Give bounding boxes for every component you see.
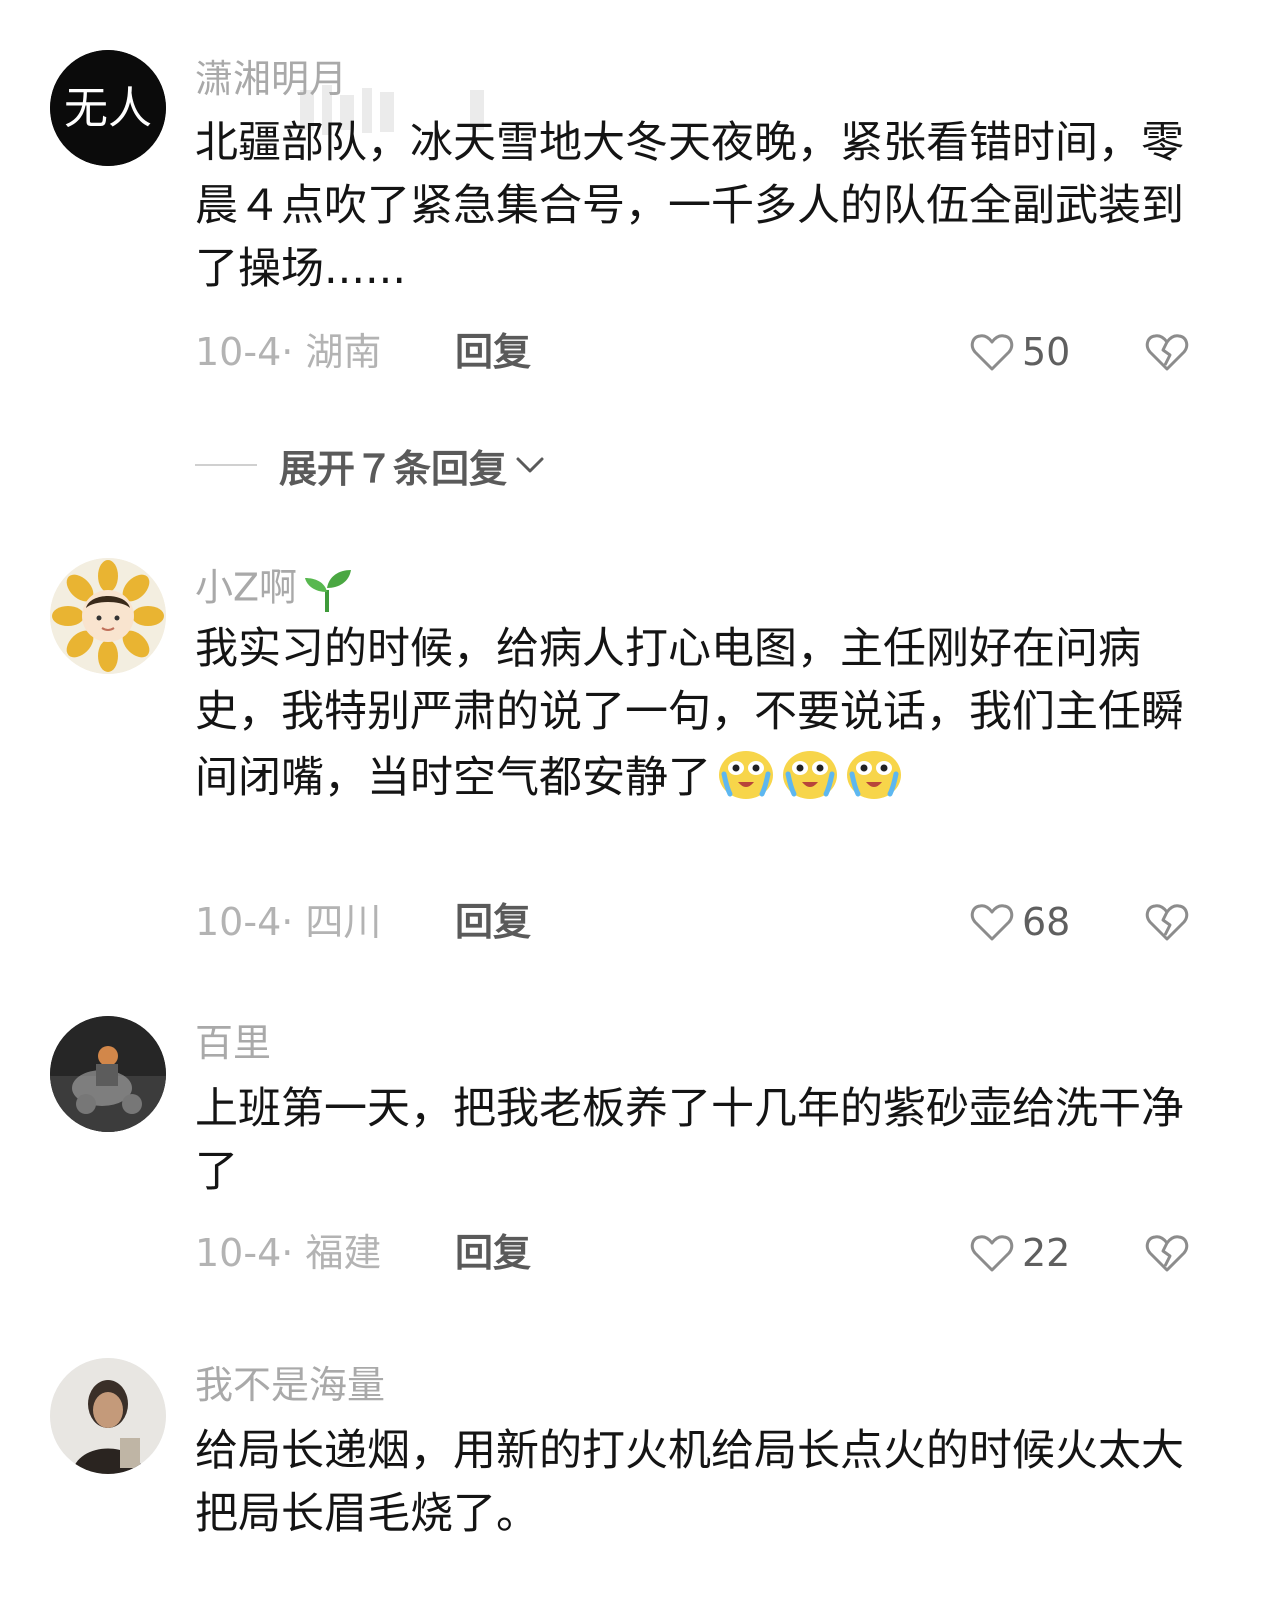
broken-heart-icon [1145, 904, 1189, 941]
dislike-button[interactable] [1145, 332, 1189, 376]
expand-replies-label: 展开７条回复 [279, 446, 508, 491]
avatar[interactable] [50, 1358, 166, 1474]
date-location: 10-4· 福建 [195, 1231, 382, 1275]
laugh-cry-icon [847, 751, 901, 799]
laugh-cry-icon [783, 751, 837, 799]
comment-text: 我实习的时候，给病人打心电图，主任刚好在问病史，我特别严肃的说了一句，不要说话，… [195, 618, 1185, 810]
chevron-down-icon [516, 457, 544, 473]
avatar[interactable] [50, 558, 166, 674]
username-text: 小Z啊 [195, 565, 298, 610]
username[interactable]: 我不是海量 [195, 1366, 385, 1404]
like-button[interactable]: 22 [970, 1228, 1070, 1278]
comment-meta: 10-4· 湖南 回复 50 [195, 327, 1215, 377]
comment-meta: 10-4· 四川 回复 68 [195, 897, 1215, 947]
heart-outline-icon [970, 334, 1014, 371]
dislike-button[interactable] [1145, 902, 1189, 946]
laugh-cry-icon [719, 751, 773, 799]
like-count: 50 [1022, 330, 1071, 374]
reply-button[interactable]: 回复 [455, 327, 531, 377]
heart-outline-icon [970, 1235, 1014, 1272]
broken-heart-icon [1145, 1235, 1189, 1272]
dislike-button[interactable] [1145, 1233, 1189, 1277]
seedling-icon [305, 570, 352, 612]
comment-text: 上班第一天，把我老板养了十几年的紫砂壶给洗干净了 [195, 1084, 1184, 1197]
like-count: 22 [1022, 1231, 1071, 1275]
reply-button[interactable]: 回复 [455, 897, 531, 947]
username[interactable]: 小Z啊 [195, 566, 353, 614]
username[interactable]: 百里 [195, 1024, 271, 1062]
username[interactable]: 潇湘明月 [195, 60, 347, 98]
like-button[interactable]: 50 [970, 327, 1070, 377]
avatar[interactable] [50, 1016, 166, 1132]
broken-heart-icon [1145, 334, 1189, 371]
reply-button[interactable]: 回复 [455, 1228, 531, 1278]
avatar[interactable]: 无人 [50, 50, 166, 166]
date-location: 10-4· 四川 [195, 900, 382, 944]
comment-meta: 10-4· 福建 回复 22 [195, 1228, 1215, 1278]
comment-text: 北疆部队，冰天雪地大冬天夜晚，紧张看错时间，零晨４点吹了紧急集合号，一千多人的队… [195, 118, 1184, 294]
comment-text-content: 我实习的时候，给病人打心电图，主任刚好在问病史，我特别严肃的说了一句，不要说话，… [195, 624, 1184, 803]
date-location: 10-4· 湖南 [195, 330, 382, 374]
comment-text: 给局长递烟，用新的打火机给局长点火的时候火太大把局长眉毛烧了。 [195, 1426, 1184, 1539]
expand-replies[interactable]: 展开７条回复 [195, 440, 545, 491]
like-button[interactable]: 68 [970, 897, 1070, 947]
heart-outline-icon [970, 904, 1014, 941]
like-count: 68 [1022, 900, 1071, 944]
expand-divider [195, 464, 257, 466]
avatar-text: 无人 [64, 83, 152, 134]
